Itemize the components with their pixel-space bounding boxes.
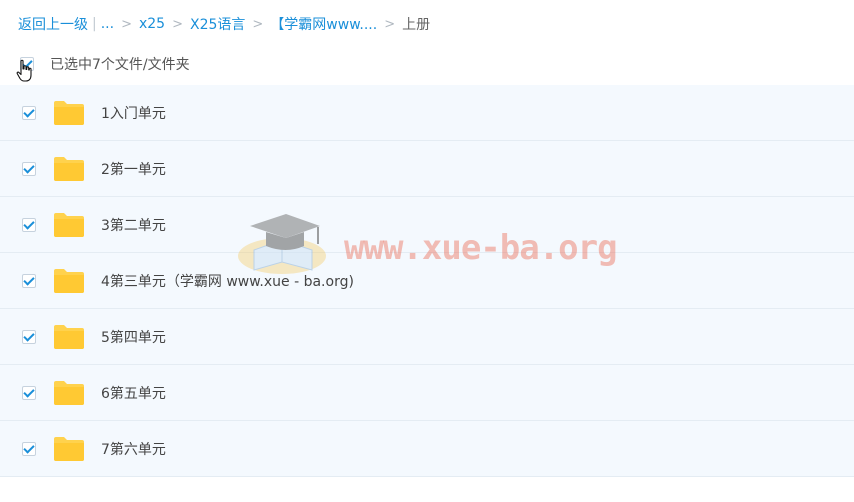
selection-count-label: 已选中7个文件/文件夹: [50, 57, 190, 73]
file-list: 1入门单元 2第一单元 3第二单元 4第三单元（学霸网 www.xue - ba…: [0, 85, 854, 477]
item-checkbox[interactable]: [22, 217, 36, 232]
file-name[interactable]: 7第六单元: [101, 439, 166, 459]
breadcrumb-item-xueba[interactable]: 【学霸网www....: [270, 14, 377, 34]
chevron-right-icon: >: [384, 16, 396, 32]
breadcrumb-item-x25[interactable]: x25: [139, 16, 165, 32]
folder-icon: [54, 156, 84, 181]
file-name[interactable]: 6第五单元: [101, 383, 166, 403]
file-name[interactable]: 5第四单元: [101, 327, 166, 347]
folder-icon: [54, 268, 84, 293]
item-checkbox[interactable]: [22, 329, 36, 344]
item-checkbox[interactable]: [22, 161, 36, 176]
breadcrumb-ellipsis[interactable]: ...: [101, 16, 114, 32]
folder-icon: [54, 380, 84, 405]
file-name[interactable]: 3第二单元: [101, 215, 166, 235]
list-item[interactable]: 1入门单元: [0, 85, 854, 141]
hand-cursor-icon: [16, 59, 32, 82]
list-item[interactable]: 3第二单元: [0, 197, 854, 253]
chevron-right-icon: >: [252, 16, 264, 32]
item-checkbox[interactable]: [22, 105, 36, 120]
item-checkbox[interactable]: [22, 441, 36, 456]
breadcrumb-current: 上册: [402, 17, 431, 33]
list-item[interactable]: 5第四单元: [0, 309, 854, 365]
folder-icon: [54, 324, 84, 349]
breadcrumb-divider: |: [92, 16, 97, 32]
breadcrumb: 返回上一级 | ... > x25 > X25语言 > 【学霸网www.... …: [18, 14, 430, 34]
back-link[interactable]: 返回上一级: [18, 14, 88, 34]
file-name[interactable]: 1入门单元: [101, 103, 166, 123]
list-item[interactable]: 4第三单元（学霸网 www.xue - ba.org): [0, 253, 854, 309]
folder-icon: [54, 436, 84, 461]
chevron-right-icon: >: [121, 16, 132, 32]
item-checkbox[interactable]: [22, 273, 36, 288]
breadcrumb-item-x25-language[interactable]: X25语言: [190, 14, 245, 34]
file-name[interactable]: 4第三单元（学霸网 www.xue - ba.org): [101, 271, 354, 291]
file-name[interactable]: 2第一单元: [101, 159, 166, 179]
list-item[interactable]: 7第六单元: [0, 421, 854, 477]
list-item[interactable]: 2第一单元: [0, 141, 854, 197]
item-checkbox[interactable]: [22, 385, 36, 400]
select-all-bar: 已选中7个文件/文件夹: [0, 50, 854, 78]
chevron-right-icon: >: [172, 16, 183, 32]
folder-icon: [54, 212, 84, 237]
list-item[interactable]: 6第五单元: [0, 365, 854, 421]
folder-icon: [54, 100, 84, 125]
